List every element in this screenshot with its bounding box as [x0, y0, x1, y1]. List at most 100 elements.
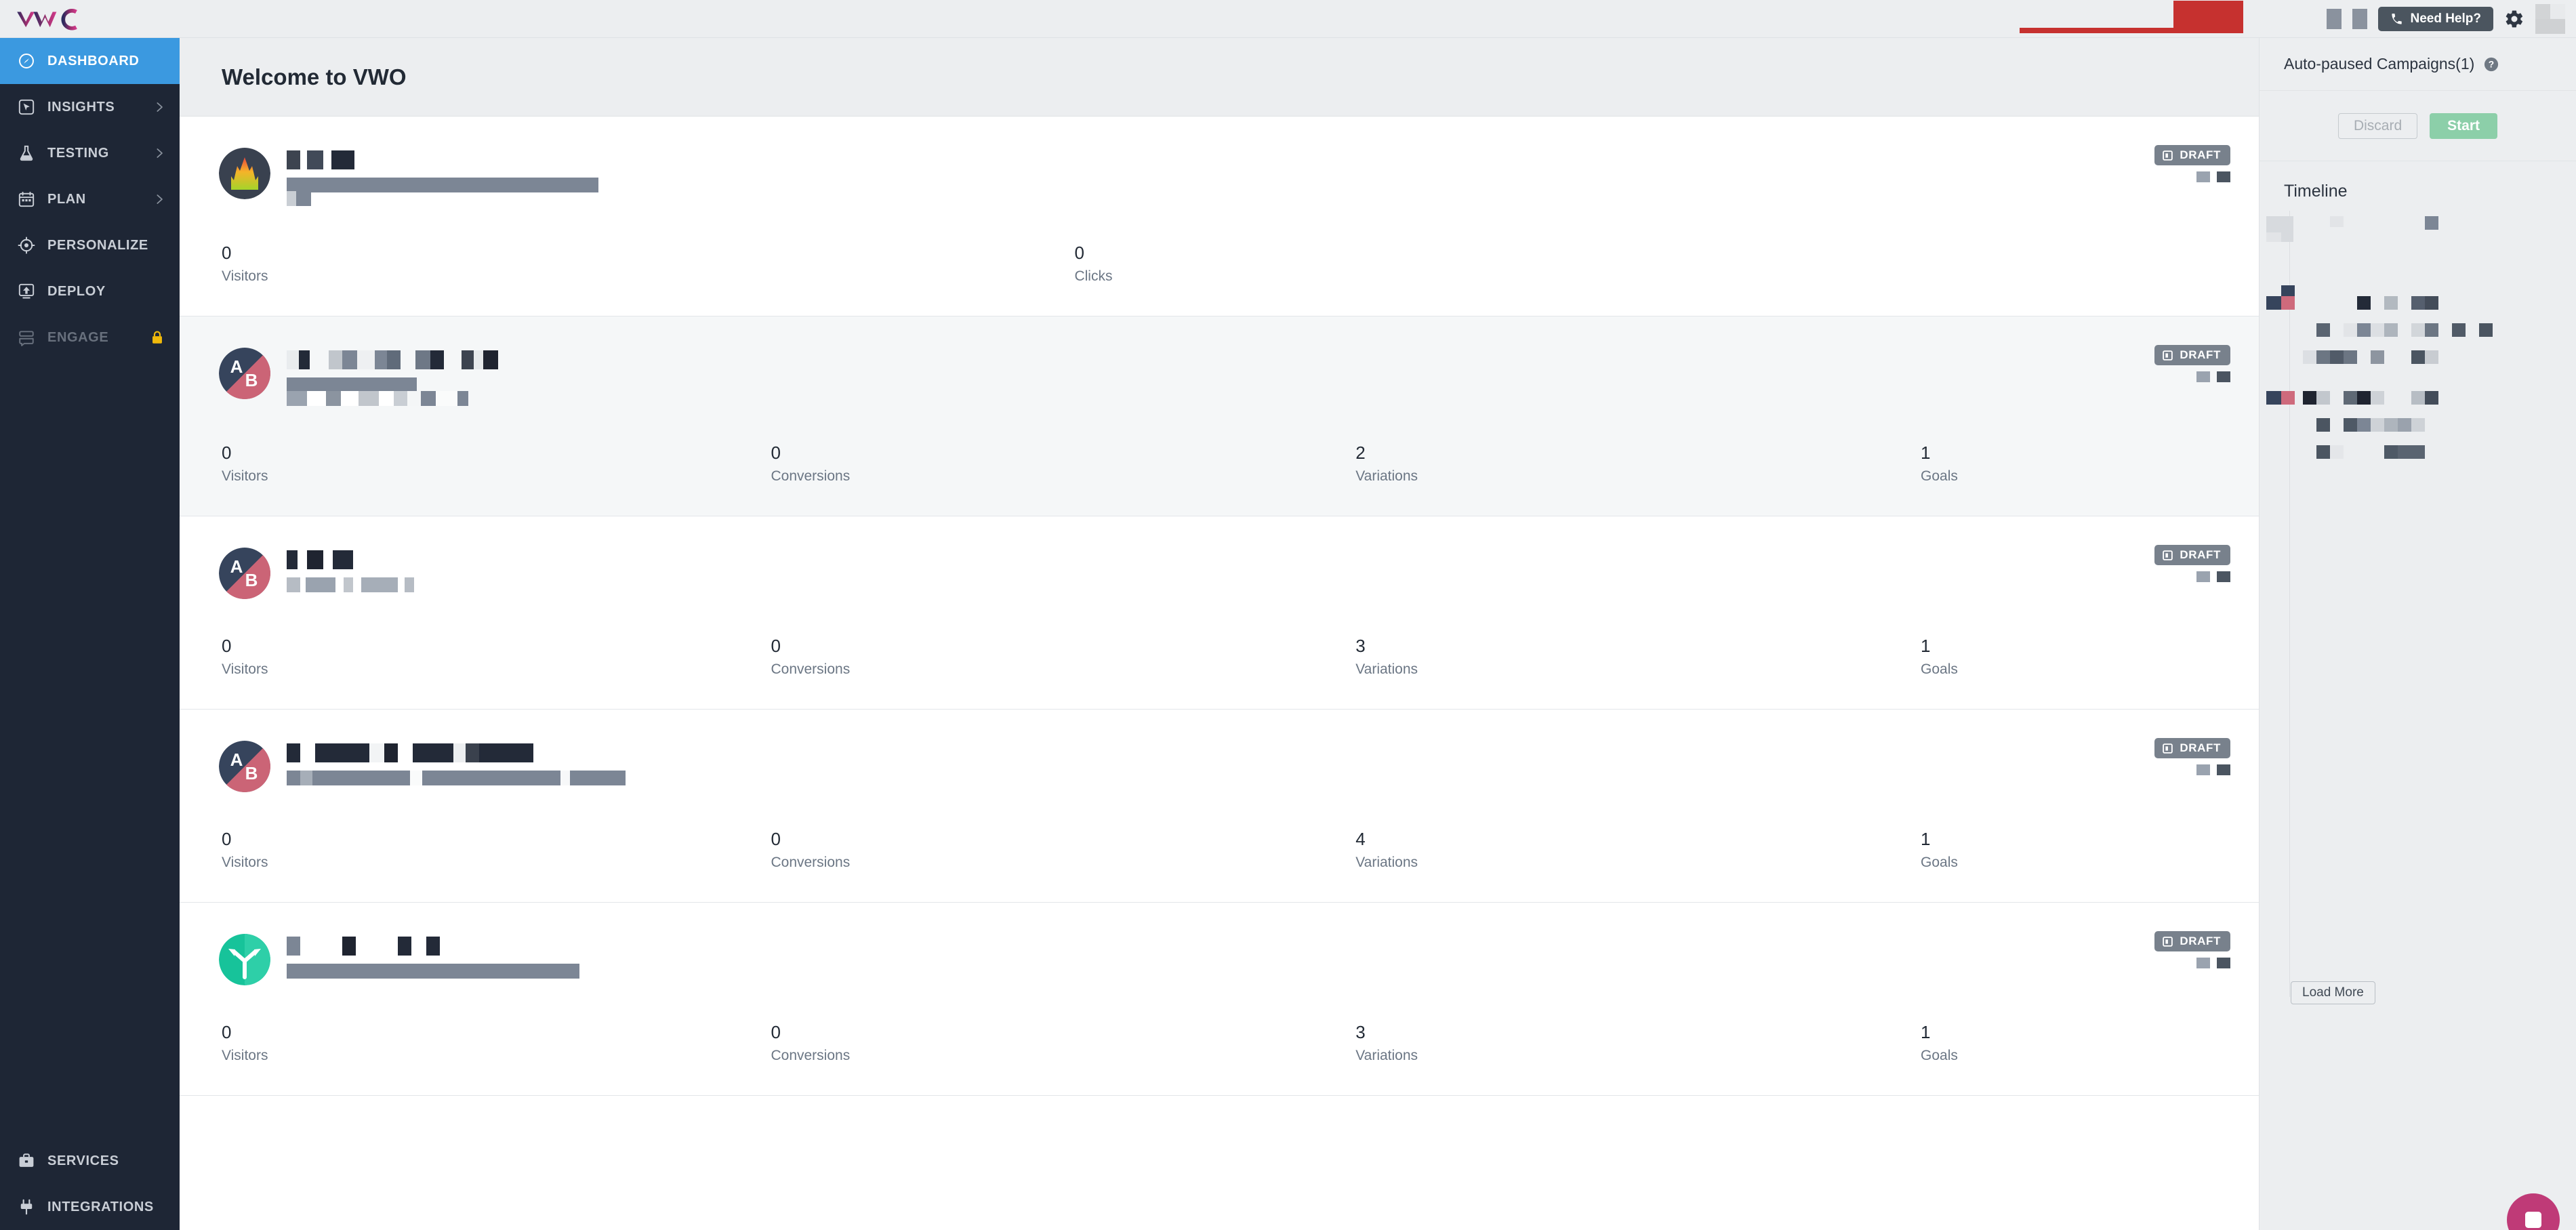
right-side-panel: Auto-paused Campaigns(1) ? Discard Start… [2259, 38, 2576, 1230]
status-badge[interactable]: DRAFT [2154, 345, 2230, 365]
sidebar-item-services[interactable]: SERVICES [0, 1138, 180, 1184]
timeline-title: Timeline [2284, 182, 2348, 201]
campaign-name-redacted [287, 150, 598, 169]
start-button[interactable]: Start [2430, 112, 2498, 139]
status-badge[interactable]: DRAFT [2154, 545, 2230, 565]
stat-visitors: 0 Visitors [222, 1023, 268, 1064]
svg-text:A: A [230, 556, 243, 577]
campaign-card[interactable]: A B 0 Visitors 0 Conversions 4 Variations 1 Goals… [180, 710, 2259, 903]
stat-label: Visitors [222, 1048, 268, 1063]
redacted-segment [405, 577, 414, 592]
stat-value: 1 [1921, 829, 1931, 849]
stat-value: 0 [771, 1022, 781, 1042]
timeline-redacted-block [2384, 323, 2398, 337]
user-avatar[interactable] [2535, 4, 2565, 34]
campaign-titles [287, 741, 626, 785]
timeline-redacted-block [2398, 323, 2411, 337]
redacted-icon-1[interactable] [2327, 9, 2342, 29]
campaign-card[interactable]: 0 Visitors 0 Conversions 3 Variations 1 Goals DR… [180, 903, 2259, 1096]
help-circle-icon[interactable]: ? [2484, 57, 2499, 72]
settings-button[interactable] [2504, 9, 2524, 29]
timeline-redacted-block [2479, 323, 2493, 337]
redacted-action-2[interactable] [2217, 371, 2230, 382]
campaign-titles [287, 548, 414, 592]
redacted-segment [296, 191, 311, 206]
redacted-segment [342, 350, 357, 369]
campaign-actions-redacted [2154, 958, 2230, 968]
campaign-stats: 0 Visitors 0 Conversions 3 Variations 1 Goals [180, 1023, 2259, 1064]
status-badge[interactable]: DRAFT [2154, 145, 2230, 165]
stat-variations: 4 Variations [1355, 830, 1418, 871]
timeline-redacted-block [2398, 418, 2411, 432]
main-content: Welcome to VWO 0 Visitors 0 Clicks DRAFT A B 0 V… [180, 38, 2259, 1230]
stat-goals: 1 Goals [1921, 1023, 1958, 1064]
sidebar-item-engage[interactable]: ENGAGE [0, 314, 180, 361]
status-badge[interactable]: DRAFT [2154, 738, 2230, 758]
redacted-icon-2[interactable] [2352, 9, 2368, 29]
redacted-segment [401, 350, 415, 369]
status-badge[interactable]: DRAFT [2154, 931, 2230, 951]
redacted-segment [287, 391, 307, 406]
timeline-redacted-block [2316, 350, 2330, 364]
sidebar-item-dashboard[interactable]: DASHBOARD [0, 38, 180, 84]
redacted-action-2[interactable] [2217, 571, 2230, 582]
campaign-status-area: DRAFT [2154, 931, 2230, 968]
redacted-segment [287, 377, 417, 392]
stat-variations: 3 Variations [1355, 637, 1418, 678]
timeline-redacted-block [2316, 445, 2330, 459]
top-header-bar: Need Help? [0, 0, 2576, 38]
redacted-segment [415, 350, 430, 369]
vwo-logo[interactable] [0, 0, 180, 38]
redacted-segment [335, 577, 344, 592]
sidebar-item-personalize[interactable]: PERSONALIZE [0, 222, 180, 268]
stat-label: Visitors [222, 661, 268, 677]
redacted-action-2[interactable] [2217, 764, 2230, 775]
plug-icon [20, 1199, 33, 1215]
discard-button[interactable]: Discard [2337, 112, 2418, 139]
campaign-card[interactable]: A B 0 Visitors 0 Conversions 2 Variations 1 Goals… [180, 316, 2259, 516]
timeline-redacted-block [2411, 391, 2425, 405]
redacted-action-1[interactable] [2196, 571, 2210, 582]
need-help-button[interactable]: Need Help? [2378, 7, 2493, 31]
header-actions: Need Help? [2327, 0, 2565, 38]
redacted-segment [384, 743, 398, 762]
redacted-action-2[interactable] [2217, 171, 2230, 182]
redacted-segment [375, 350, 387, 369]
status-badge-label: DRAFT [2180, 741, 2221, 754]
sidebar-item-testing[interactable]: TESTING [0, 130, 180, 176]
sidebar-item-plan[interactable]: PLAN [0, 176, 180, 222]
redacted-action-1[interactable] [2196, 958, 2210, 968]
redacted-segment [298, 550, 307, 569]
redacted-segment [287, 577, 300, 592]
redacted-action-1[interactable] [2196, 764, 2210, 775]
redacted-action-2[interactable] [2217, 958, 2230, 968]
sidebar-item-insights[interactable]: INSIGHTS [0, 84, 180, 130]
timeline-redacted-block [2357, 391, 2371, 405]
campaign-card[interactable]: A B 0 Visitors 0 Conversions 3 Variations 1 Goals… [180, 516, 2259, 710]
redacted-segment [287, 743, 300, 762]
redacted-segment [570, 771, 626, 785]
stat-goals: 1 Goals [1921, 830, 1958, 871]
campaign-card-header [180, 148, 2259, 206]
sidebar-item-integrations[interactable]: INTEGRATIONS [0, 1184, 180, 1230]
stat-value: 0 [771, 829, 781, 849]
redacted-segment [331, 150, 354, 169]
split-url-icon [219, 934, 270, 985]
briefcase-icon [19, 1153, 34, 1167]
stat-label: Variations [1355, 468, 1418, 484]
need-help-label: Need Help? [2410, 12, 2481, 26]
stat-visitors: 0 Visitors [222, 244, 268, 285]
timeline-redacted-block [2411, 296, 2425, 310]
campaign-card[interactable]: 0 Visitors 0 Clicks DRAFT [180, 117, 2259, 316]
gear-icon [2506, 10, 2523, 28]
redacted-action-1[interactable] [2196, 371, 2210, 382]
stat-value: 0 [222, 636, 232, 656]
campaign-card-header: AB [180, 548, 2259, 599]
redacted-banner [2009, 0, 2243, 38]
timeline-redacted-block [2266, 391, 2281, 405]
redacted-action-1[interactable] [2196, 171, 2210, 182]
sidebar-item-deploy[interactable]: DEPLOY [0, 268, 180, 314]
load-more-button[interactable]: Load More [2291, 981, 2375, 1004]
campaign-stats: 0 Visitors 0 Conversions 3 Variations 1 Goals [180, 637, 2259, 678]
stat-label: Visitors [222, 268, 268, 284]
